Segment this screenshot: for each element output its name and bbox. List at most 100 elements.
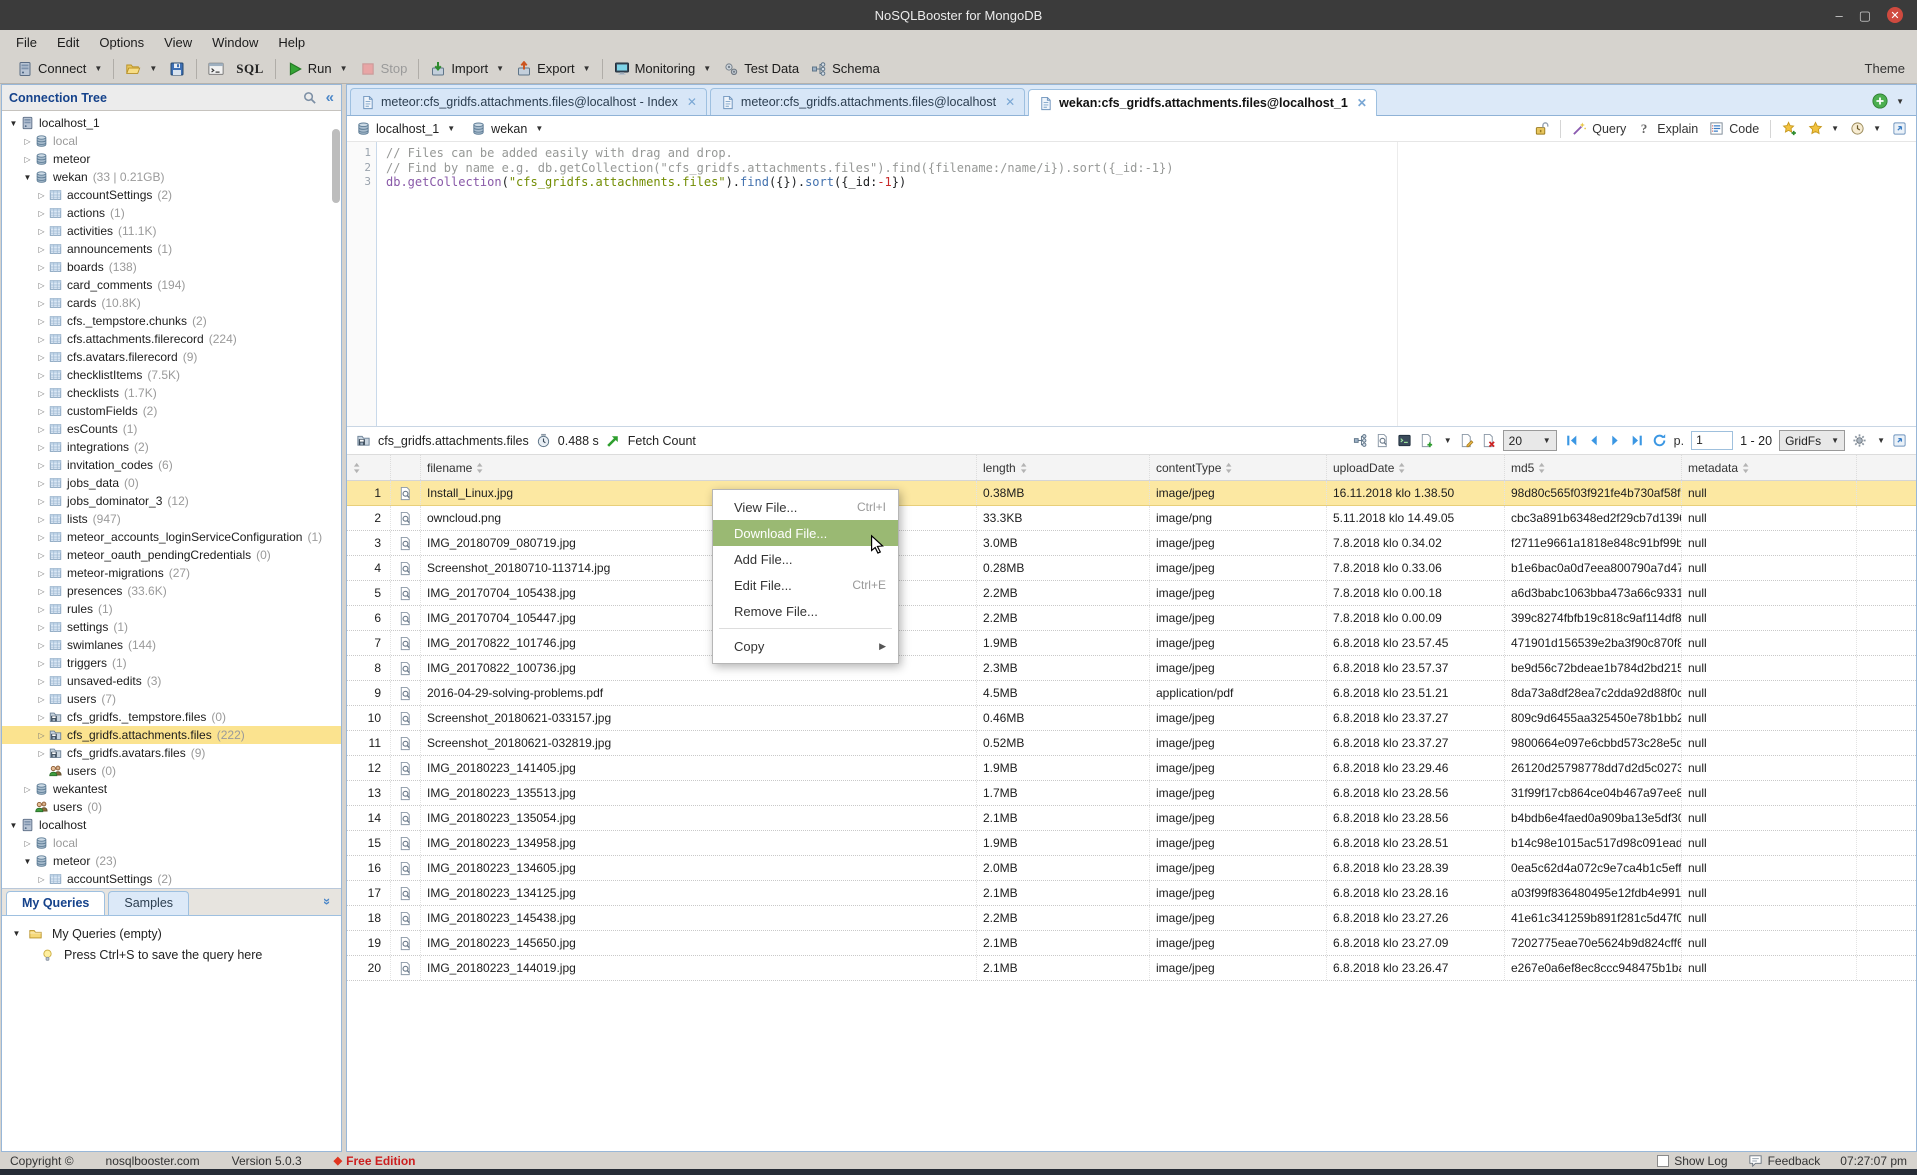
open-button[interactable]: ▼	[121, 59, 161, 79]
tree-item-cfs-attachments-filerecord[interactable]: ▷cfs.attachments.filerecord(224)	[2, 330, 341, 348]
cell-uploaddate[interactable]: 7.8.2018 klo 0.00.09	[1327, 606, 1505, 630]
expand-icon[interactable]: ▷	[22, 137, 33, 146]
table-row[interactable]: 20IMG_20180223_144019.jpg2.1MBimage/jpeg…	[347, 956, 1916, 981]
column-header-contenttype[interactable]: contentType	[1150, 455, 1327, 480]
cell-contenttype[interactable]: image/jpeg	[1150, 906, 1327, 930]
cell-metadata[interactable]: null	[1682, 581, 1857, 605]
tree-item-meteor-oauth-pendingcredentials[interactable]: ▷meteor_oauth_pendingCredentials(0)	[2, 546, 341, 564]
cell-filename[interactable]: Screenshot_20180621-032819.jpg	[421, 731, 977, 755]
editor-tab-2[interactable]: meteor:cfs_gridfs.attachments.files@loca…	[710, 88, 1025, 115]
cell-metadata[interactable]: null	[1682, 481, 1857, 505]
code-button[interactable]: Code	[1709, 121, 1759, 136]
column-header-length[interactable]: length	[977, 455, 1150, 480]
tree-item-localhost-1[interactable]: ▼localhost_1	[2, 114, 341, 132]
cell-contenttype[interactable]: image/jpeg	[1150, 731, 1327, 755]
tree-item-users[interactable]: users(0)	[2, 798, 341, 816]
expand-icon[interactable]: ▷	[36, 389, 47, 398]
cell-md5[interactable]: 9800664e097e6cbbd573c28e5d	[1505, 731, 1682, 755]
page-size-select[interactable]: 20▼	[1503, 430, 1557, 451]
chevron-down-icon[interactable]: ▼	[496, 64, 504, 73]
tree-item-local[interactable]: ▷local	[2, 132, 341, 150]
preview-cell[interactable]	[391, 681, 421, 705]
cell-uploaddate[interactable]: 6.8.2018 klo 23.26.47	[1327, 956, 1505, 980]
sort-icon[interactable]	[1398, 462, 1406, 474]
preview-cell[interactable]	[391, 656, 421, 680]
expand-icon[interactable]: ▷	[36, 623, 47, 632]
show-log-checkbox[interactable]	[1657, 1155, 1669, 1167]
cell-md5[interactable]: 809c9d6455aa325450e78b1bb2	[1505, 706, 1682, 730]
schema-button[interactable]: Schema	[807, 59, 884, 79]
edit-document-button[interactable]	[1459, 433, 1474, 448]
cell-contenttype[interactable]: image/jpeg	[1150, 631, 1327, 655]
table-row[interactable]: 16IMG_20180223_134605.jpg2.0MBimage/jpeg…	[347, 856, 1916, 881]
collapse-sidebar-icon[interactable]: «	[326, 90, 334, 105]
preview-cell[interactable]	[391, 606, 421, 630]
editor-tab-1[interactable]: meteor:cfs_gridfs.attachments.files@loca…	[350, 88, 707, 115]
cell-length[interactable]: 0.52MB	[977, 731, 1150, 755]
maximize-results-button[interactable]	[1892, 433, 1907, 448]
cell-uploaddate[interactable]: 7.8.2018 klo 0.34.02	[1327, 531, 1505, 555]
expand-icon[interactable]: ▷	[36, 551, 47, 560]
cell-md5[interactable]: a6d3babc1063bba473a66c9331	[1505, 581, 1682, 605]
table-row[interactable]: 10Screenshot_20180621-033157.jpg0.46MBim…	[347, 706, 1916, 731]
cell-filename[interactable]: IMG_20180223_145650.jpg	[421, 931, 977, 955]
cell-uploaddate[interactable]: 6.8.2018 klo 23.29.46	[1327, 756, 1505, 780]
cell-metadata[interactable]: null	[1682, 531, 1857, 555]
cell-uploaddate[interactable]: 6.8.2018 klo 23.28.51	[1327, 831, 1505, 855]
tree-item-checklistitems[interactable]: ▷checklistItems(7.5K)	[2, 366, 341, 384]
close-tab-icon[interactable]: ✕	[1005, 95, 1015, 109]
cell-contenttype[interactable]: image/jpeg	[1150, 481, 1327, 505]
cell-contenttype[interactable]: image/jpeg	[1150, 931, 1327, 955]
maximize-icon[interactable]: ▢	[1859, 9, 1871, 22]
preview-cell[interactable]	[391, 856, 421, 880]
tree-item-accountsettings[interactable]: ▷accountSettings(2)	[2, 186, 341, 204]
cell-filename[interactable]: IMG_20180223_134958.jpg	[421, 831, 977, 855]
expand-icon[interactable]: ▷	[36, 371, 47, 380]
tree-item-meteor-migrations[interactable]: ▷meteor-migrations(27)	[2, 564, 341, 582]
cell-metadata[interactable]: null	[1682, 956, 1857, 980]
lock-icon[interactable]	[1534, 121, 1549, 136]
cell-uploaddate[interactable]: 6.8.2018 klo 23.27.26	[1327, 906, 1505, 930]
cell-uploaddate[interactable]: 6.8.2018 klo 23.28.16	[1327, 881, 1505, 905]
expand-icon[interactable]: ▷	[36, 515, 47, 524]
expand-icon[interactable]: ▷	[36, 263, 47, 272]
tree-item-users[interactable]: users(0)	[2, 762, 341, 780]
cell-contenttype[interactable]: image/jpeg	[1150, 881, 1327, 905]
cell-uploaddate[interactable]: 6.8.2018 klo 23.37.27	[1327, 731, 1505, 755]
tree-item-checklists[interactable]: ▷checklists(1.7K)	[2, 384, 341, 402]
cell-filename[interactable]: IMG_20180223_141405.jpg	[421, 756, 977, 780]
cell-md5[interactable]: e267e0a6ef8ec8ccc948475b1ba	[1505, 956, 1682, 980]
preview-cell[interactable]	[391, 706, 421, 730]
sort-icon[interactable]	[1020, 462, 1028, 474]
tree-item-invitation-codes[interactable]: ▷invitation_codes(6)	[2, 456, 341, 474]
tree-item-cfs-gridfs-avatars-files[interactable]: ▷cfs_gridfs.avatars.files(9)	[2, 744, 341, 762]
cell-length[interactable]: 2.1MB	[977, 956, 1150, 980]
table-row[interactable]: 13IMG_20180223_135513.jpg1.7MBimage/jpeg…	[347, 781, 1916, 806]
expand-icon[interactable]: ▷	[22, 839, 33, 848]
code-area[interactable]: // Files can be added easily with drag a…	[377, 142, 1916, 426]
export-button[interactable]: Export▼	[512, 59, 595, 79]
connect-button[interactable]: Connect▼	[13, 59, 106, 79]
cell-length[interactable]: 1.9MB	[977, 831, 1150, 855]
cell-metadata[interactable]: null	[1682, 556, 1857, 580]
cell-md5[interactable]: 26120d25798778dd7d2d5c0273	[1505, 756, 1682, 780]
tree-item-card-comments[interactable]: ▷card_comments(194)	[2, 276, 341, 294]
cell-contenttype[interactable]: image/jpeg	[1150, 656, 1327, 680]
tree-item-wekan[interactable]: ▼wekan(33 | 0.21GB)	[2, 168, 341, 186]
editor-tab-3[interactable]: wekan:cfs_gridfs.attachments.files@local…	[1028, 89, 1377, 116]
cell-length[interactable]: 2.2MB	[977, 606, 1150, 630]
expand-icon[interactable]: ▷	[36, 317, 47, 326]
preview-cell[interactable]	[391, 731, 421, 755]
cell-md5[interactable]: 98d80c565f03f921fe4b730af58f8	[1505, 481, 1682, 505]
save-button[interactable]	[165, 59, 189, 79]
fetch-count-label[interactable]: Fetch Count	[628, 434, 696, 448]
column-header-uploaddate[interactable]: uploadDate	[1327, 455, 1505, 480]
cell-md5[interactable]: 31f99f17cb864ce04b467a97ee8	[1505, 781, 1682, 805]
cell-metadata[interactable]: null	[1682, 931, 1857, 955]
new-tab-dropdown-icon[interactable]: ▼	[1896, 97, 1904, 106]
preview-cell[interactable]	[391, 906, 421, 930]
preview-cell[interactable]	[391, 781, 421, 805]
fetch-count-icon[interactable]	[606, 433, 621, 448]
cell-uploaddate[interactable]: 6.8.2018 klo 23.51.21	[1327, 681, 1505, 705]
collapse-icon[interactable]: ▼	[22, 857, 33, 866]
